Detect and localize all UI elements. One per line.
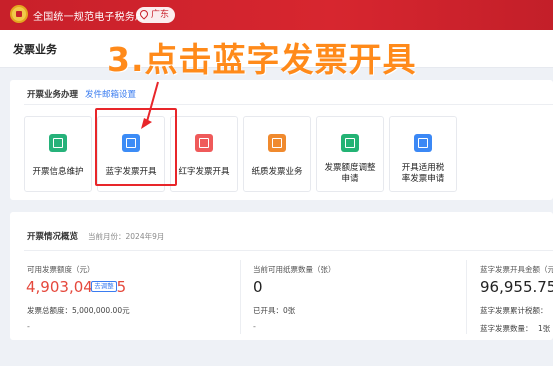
section-divider (24, 104, 553, 105)
tile-applicable-tax-rate-application[interactable]: 开具适用税 率发票申请 (389, 116, 457, 192)
tile-invoice-info-maintenance[interactable]: 开票信息维护 (24, 116, 92, 192)
tile-paper-invoice-business[interactable]: 纸质发票业务 (243, 116, 311, 192)
total-quota: 发票总额度：5,000,000.00元 (27, 306, 130, 315)
adjust-quota-button[interactable]: 去调整 (91, 281, 117, 292)
paper-count-value: 0 (253, 278, 263, 296)
blue-invoice-count-label: 蓝字发票数量： (480, 324, 533, 333)
site-title: 全国统一规范电子税务局 (33, 12, 146, 23)
tax-rate-icon (414, 134, 432, 152)
blue-amount-value: 96,955.75 (480, 278, 553, 296)
region-label: 广东 (151, 10, 170, 20)
tile-label: 纸质发票业务 (251, 167, 303, 177)
mailbox-settings-link[interactable]: 发件邮箱设置 (85, 88, 136, 100)
quota-adjust-icon (341, 134, 359, 152)
region-selector[interactable]: 广东 (136, 7, 176, 23)
page-bottom (0, 340, 553, 366)
tutorial-annotation: 3.点击蓝字发票开具 (107, 40, 417, 79)
blue-tax-total: 蓝字发票累计税额： (480, 306, 548, 315)
invoice-red-icon (195, 134, 213, 152)
current-month: 当前月份：2024年9月 (88, 232, 165, 241)
location-pin-icon (138, 8, 150, 20)
issued-count: 已开具：0张 (253, 306, 296, 315)
tile-red-invoice-issue[interactable]: 红字发票开具 (170, 116, 238, 192)
invoice-operations-title: 开票业务办理 (27, 90, 79, 100)
tile-label: 开具适用税 率发票申请 (401, 163, 445, 184)
national-emblem-icon (10, 5, 28, 23)
edit-icon (49, 134, 67, 152)
tile-label: 开票信息维护 (32, 167, 84, 177)
placeholder-dash: - (27, 322, 30, 331)
paper-invoice-icon (268, 134, 286, 152)
column-divider (466, 260, 467, 334)
placeholder-dash: - (253, 322, 256, 331)
tile-quota-adjust-application[interactable]: 发票额度调整 申请 (316, 116, 384, 192)
page-title: 发票业务 (13, 43, 57, 56)
section-divider (24, 250, 553, 251)
blue-invoice-count-value: 1张 (538, 324, 551, 333)
paper-count-label: 当前可用纸票数量（张） (253, 265, 336, 274)
available-quota-label: 可用发票额度（元） (27, 265, 95, 274)
highlight-box (95, 108, 177, 186)
tile-label: 发票额度调整 申请 (324, 163, 376, 184)
top-banner: 全国统一规范电子税务局 广东 (0, 0, 553, 30)
overview-title: 开票情况概览 (27, 232, 79, 242)
blue-amount-label: 蓝字发票开具金额（元） (480, 265, 553, 274)
column-divider (240, 260, 241, 334)
tile-label: 红字发票开具 (178, 167, 230, 177)
